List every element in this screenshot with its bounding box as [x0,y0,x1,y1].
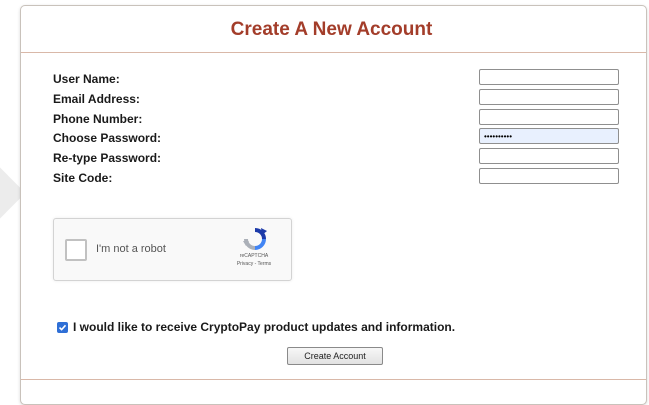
user-name-label: User Name: [53,72,120,86]
site-code-label: Site Code: [53,171,113,185]
email-input[interactable] [479,89,619,105]
consent-row: I would like to receive CryptoPay produc… [57,320,455,334]
phone-label: Phone Number: [53,112,143,126]
phone-input[interactable] [479,109,619,125]
site-code-input[interactable] [479,168,619,184]
phone-row: Phone Number: [53,109,619,129]
user-name-input[interactable] [479,69,619,85]
retype-password-row: Re-type Password: [53,148,619,168]
panel-footer-divider [21,379,646,380]
create-account-button[interactable]: Create Account [287,347,383,365]
page-title: Create A New Account [230,19,433,40]
create-account-panel: Create A New Account User Name: Email Ad… [20,5,647,405]
email-label: Email Address: [53,92,140,106]
checkmark-icon [58,324,67,331]
user-name-row: User Name: [53,69,619,89]
choose-password-input[interactable] [479,128,619,144]
recaptcha-widget: I'm not a robot reCAPTCHA Privacy - Term… [53,218,292,281]
consent-checkbox[interactable] [57,321,68,333]
recaptcha-brand: reCAPTCHA [239,253,269,259]
panel-header: Create A New Account [21,6,646,53]
choose-password-row: Choose Password: [53,128,619,148]
retype-password-label: Re-type Password: [53,151,162,165]
retype-password-input[interactable] [479,148,619,164]
recaptcha-logo-icon [243,228,267,250]
email-row: Email Address: [53,89,619,109]
consent-label: I would like to receive CryptoPay produc… [73,320,456,334]
choose-password-label: Choose Password: [53,131,162,145]
recaptcha-links[interactable]: Privacy - Terms [224,261,284,268]
recaptcha-checkbox[interactable] [65,239,87,261]
site-code-row: Site Code: [53,168,619,188]
recaptcha-label: I'm not a robot [96,243,166,255]
